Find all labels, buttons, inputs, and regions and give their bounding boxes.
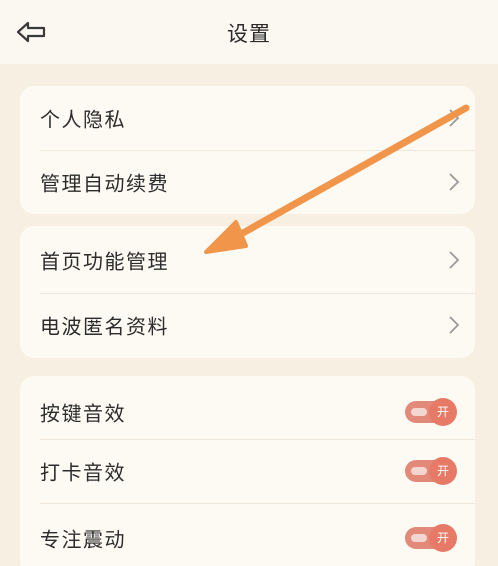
checkin-sound-toggle[interactable]: 开 bbox=[405, 457, 457, 485]
settings-item-anonymous-profile[interactable]: 电波匿名资料 bbox=[20, 293, 475, 357]
settings-item-checkin-sound[interactable]: 打卡音效 开 bbox=[20, 439, 475, 503]
toggle-track bbox=[411, 467, 427, 475]
settings-item-label: 打卡音效 bbox=[40, 460, 126, 485]
settings-item-auto-renew[interactable]: 管理自动续费 bbox=[20, 150, 475, 214]
settings-group-sound: 按键音效 开 打卡音效 开 专注震动 开 bbox=[20, 376, 475, 566]
settings-item-label: 首页功能管理 bbox=[40, 249, 169, 274]
top-bar: 设置 bbox=[0, 0, 498, 64]
settings-group-privacy: 个人隐私 管理自动续费 bbox=[20, 86, 475, 214]
settings-item-label: 专注震动 bbox=[40, 527, 126, 552]
toggle-knob: 开 bbox=[429, 524, 457, 552]
divider bbox=[40, 503, 475, 504]
settings-item-label: 按键音效 bbox=[40, 401, 126, 426]
settings-item-key-sound[interactable]: 按键音效 开 bbox=[20, 380, 475, 444]
toggle-track bbox=[411, 534, 427, 542]
toggle-knob: 开 bbox=[429, 398, 457, 426]
settings-item-label: 电波匿名资料 bbox=[40, 314, 169, 339]
settings-item-label: 管理自动续费 bbox=[40, 171, 169, 196]
chevron-right-icon bbox=[449, 316, 460, 334]
key-sound-toggle[interactable]: 开 bbox=[405, 398, 457, 426]
settings-item-focus-vibration[interactable]: 专注震动 开 bbox=[20, 506, 475, 566]
focus-vibration-toggle[interactable]: 开 bbox=[405, 524, 457, 552]
page-title: 设置 bbox=[227, 22, 271, 46]
settings-group-features: 首页功能管理 电波匿名资料 bbox=[20, 226, 475, 358]
settings-item-label: 个人隐私 bbox=[40, 107, 126, 132]
chevron-right-icon bbox=[449, 109, 460, 127]
toggle-track bbox=[411, 408, 427, 416]
chevron-right-icon bbox=[449, 251, 460, 269]
settings-item-privacy[interactable]: 个人隐私 bbox=[20, 86, 475, 150]
toggle-knob: 开 bbox=[429, 457, 457, 485]
settings-item-home-features[interactable]: 首页功能管理 bbox=[20, 228, 475, 292]
chevron-right-icon bbox=[449, 173, 460, 191]
